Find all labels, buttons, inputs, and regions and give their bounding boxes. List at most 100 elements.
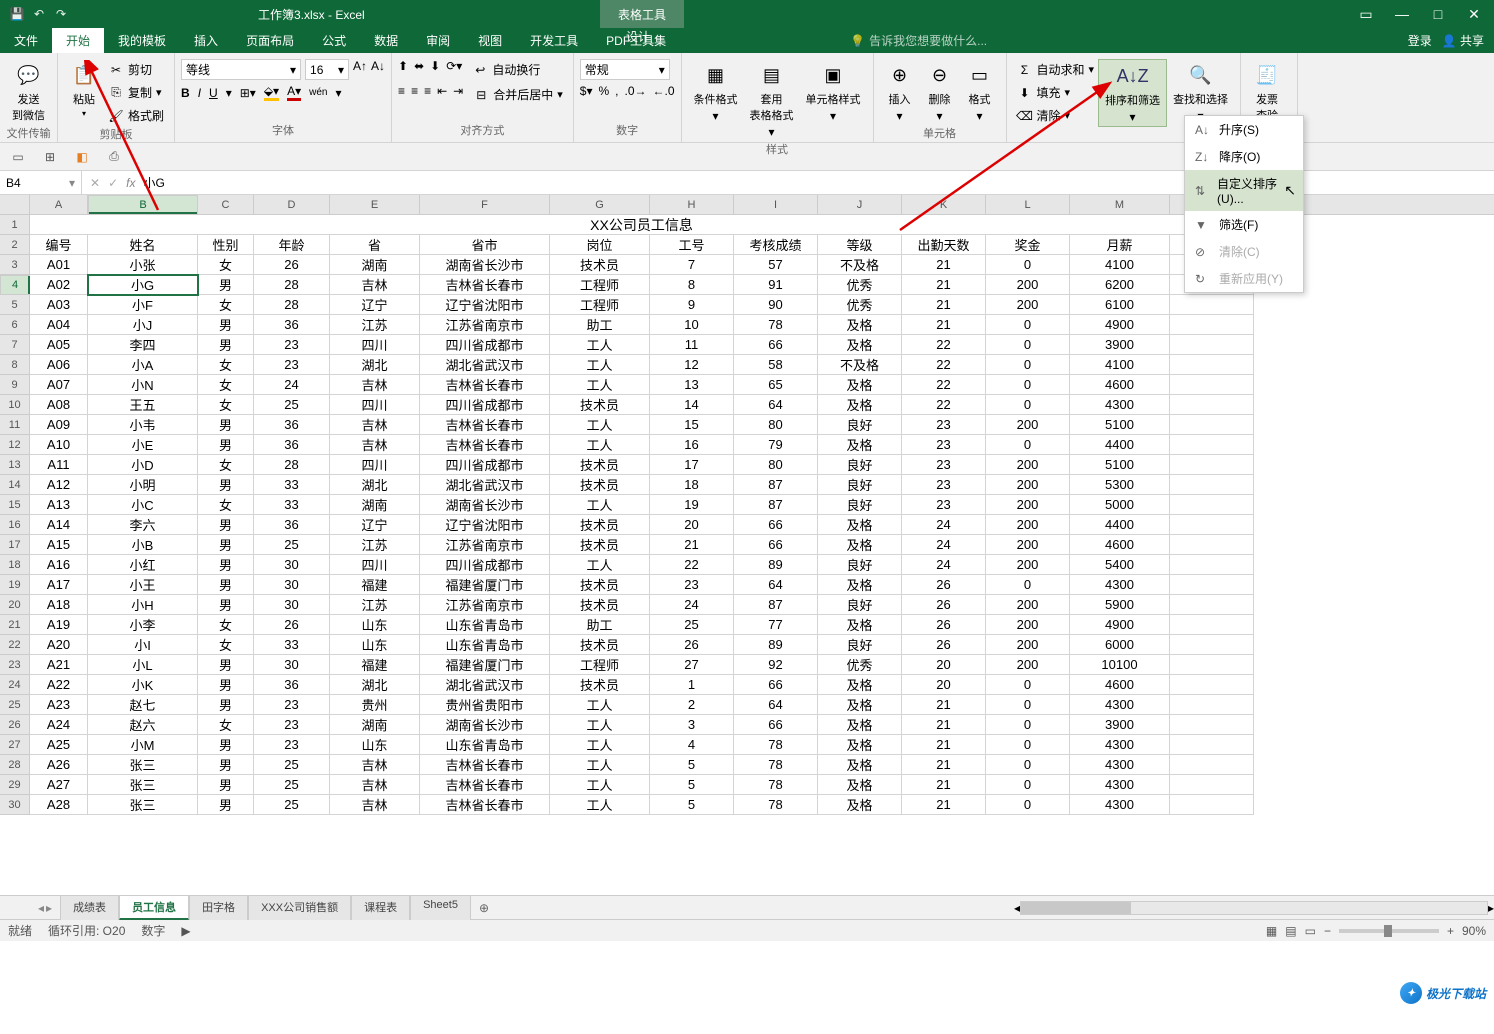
cell[interactable]: 技术员 xyxy=(550,635,650,655)
row-header[interactable]: 7 xyxy=(0,335,30,355)
cell[interactable]: 姓名 xyxy=(88,235,198,255)
cell[interactable] xyxy=(1170,495,1254,515)
cell[interactable]: 21 xyxy=(902,275,986,295)
cell[interactable] xyxy=(1170,675,1254,695)
row-header[interactable]: 21 xyxy=(0,615,30,635)
cell[interactable]: 20 xyxy=(902,655,986,675)
cell[interactable]: 8 xyxy=(650,275,734,295)
cell[interactable]: 男 xyxy=(198,655,254,675)
cell[interactable]: 张三 xyxy=(88,755,198,775)
cell[interactable]: 25 xyxy=(254,795,330,815)
decrease-font-icon[interactable]: A↓ xyxy=(371,59,385,80)
cell[interactable]: 4900 xyxy=(1070,315,1170,335)
cell[interactable]: 26 xyxy=(902,615,986,635)
cell[interactable]: 36 xyxy=(254,515,330,535)
view-pagebreak-icon[interactable]: ▭ xyxy=(1305,924,1316,938)
cell[interactable]: 及格 xyxy=(818,715,902,735)
cell[interactable]: 工人 xyxy=(550,715,650,735)
cell[interactable]: 79 xyxy=(734,435,818,455)
cell[interactable]: 及格 xyxy=(818,675,902,695)
cell[interactable]: 良好 xyxy=(818,415,902,435)
cell[interactable]: 6000 xyxy=(1070,635,1170,655)
cell[interactable]: 4300 xyxy=(1070,775,1170,795)
cell[interactable]: 男 xyxy=(198,575,254,595)
cell[interactable]: 25 xyxy=(254,755,330,775)
underline-button[interactable]: U xyxy=(209,86,218,100)
cell[interactable]: 89 xyxy=(734,635,818,655)
cell[interactable]: 及格 xyxy=(818,615,902,635)
cell[interactable]: 10 xyxy=(650,315,734,335)
font-size-select[interactable]: 16▾ xyxy=(305,59,349,80)
cell[interactable]: A19 xyxy=(30,615,88,635)
cell[interactable]: 26 xyxy=(902,635,986,655)
cell[interactable]: 辽宁省沈阳市 xyxy=(420,295,550,315)
cell[interactable] xyxy=(1170,435,1254,455)
cell[interactable]: 吉林省长春市 xyxy=(420,435,550,455)
currency-icon[interactable]: $▾ xyxy=(580,84,593,98)
column-header-A[interactable]: A xyxy=(30,195,88,214)
inc-decimal-icon[interactable]: .0→ xyxy=(624,84,646,98)
cell[interactable]: 工人 xyxy=(550,495,650,515)
cell[interactable]: 27 xyxy=(650,655,734,675)
cell[interactable]: 23 xyxy=(902,435,986,455)
cell[interactable] xyxy=(1170,655,1254,675)
cell[interactable]: 0 xyxy=(986,355,1070,375)
cell[interactable]: 及格 xyxy=(818,735,902,755)
cell[interactable]: 山东 xyxy=(330,735,420,755)
row-header[interactable]: 25 xyxy=(0,695,30,715)
cell[interactable]: 5100 xyxy=(1070,455,1170,475)
cell[interactable]: 26 xyxy=(254,615,330,635)
cell[interactable]: 5 xyxy=(650,775,734,795)
cell[interactable] xyxy=(1170,375,1254,395)
row-header[interactable]: 4 xyxy=(0,275,30,295)
cell[interactable]: 22 xyxy=(902,375,986,395)
cell[interactable]: 张三 xyxy=(88,795,198,815)
cell[interactable]: 辽宁 xyxy=(330,515,420,535)
align-center-icon[interactable]: ≡ xyxy=(411,84,418,105)
cell[interactable]: 湖南省长沙市 xyxy=(420,255,550,275)
cell[interactable]: 良好 xyxy=(818,455,902,475)
sort-filter-button[interactable]: A↓Z排序和筛选▾ xyxy=(1098,59,1167,127)
cell[interactable]: 64 xyxy=(734,395,818,415)
cell[interactable]: 吉林省长春市 xyxy=(420,275,550,295)
cell[interactable]: 23 xyxy=(254,735,330,755)
cell[interactable]: A23 xyxy=(30,695,88,715)
cut-button[interactable]: ✂剪切 xyxy=(104,59,168,80)
row-header[interactable]: 14 xyxy=(0,475,30,495)
cell[interactable]: 0 xyxy=(986,695,1070,715)
column-header-I[interactable]: I xyxy=(734,195,818,214)
cell[interactable]: 女 xyxy=(198,355,254,375)
row-header[interactable]: 28 xyxy=(0,755,30,775)
cell[interactable]: 4100 xyxy=(1070,355,1170,375)
cell[interactable]: 65 xyxy=(734,375,818,395)
record-macro-icon[interactable]: ▶ xyxy=(181,924,190,938)
cell[interactable]: 小N xyxy=(88,375,198,395)
cell[interactable]: 四川 xyxy=(330,395,420,415)
worksheet-grid[interactable]: ABCDEFGHIJKLMN 1XX公司员工信息2编号姓名性别年龄省省市岗位工号… xyxy=(0,195,1494,895)
cell[interactable]: 24 xyxy=(650,595,734,615)
cell[interactable]: 工人 xyxy=(550,375,650,395)
cell[interactable]: 66 xyxy=(734,535,818,555)
cell[interactable]: 技术员 xyxy=(550,395,650,415)
cell[interactable]: 小明 xyxy=(88,475,198,495)
cell[interactable]: A10 xyxy=(30,435,88,455)
indent-inc-icon[interactable]: ⇥ xyxy=(453,84,463,105)
cell[interactable]: 5000 xyxy=(1070,495,1170,515)
cell[interactable]: 小韦 xyxy=(88,415,198,435)
cell[interactable]: 21 xyxy=(650,535,734,555)
row-header[interactable]: 13 xyxy=(0,455,30,475)
cell[interactable]: A22 xyxy=(30,675,88,695)
save-icon[interactable]: 💾 xyxy=(8,5,26,23)
cell[interactable]: A04 xyxy=(30,315,88,335)
cell[interactable]: 工人 xyxy=(550,735,650,755)
cell[interactable]: 21 xyxy=(902,775,986,795)
copy-button[interactable]: ⎘复制 ▾ xyxy=(104,82,168,103)
fill-color-button[interactable]: ⬙▾ xyxy=(264,84,279,101)
tell-me-search[interactable]: 💡 告诉我您想要做什么... xyxy=(850,28,987,53)
cell[interactable]: 25 xyxy=(254,535,330,555)
maximize-icon[interactable]: □ xyxy=(1424,0,1452,28)
cell[interactable]: 小张 xyxy=(88,255,198,275)
cell[interactable]: 及格 xyxy=(818,575,902,595)
cell[interactable]: 男 xyxy=(198,555,254,575)
cell[interactable]: 200 xyxy=(986,635,1070,655)
